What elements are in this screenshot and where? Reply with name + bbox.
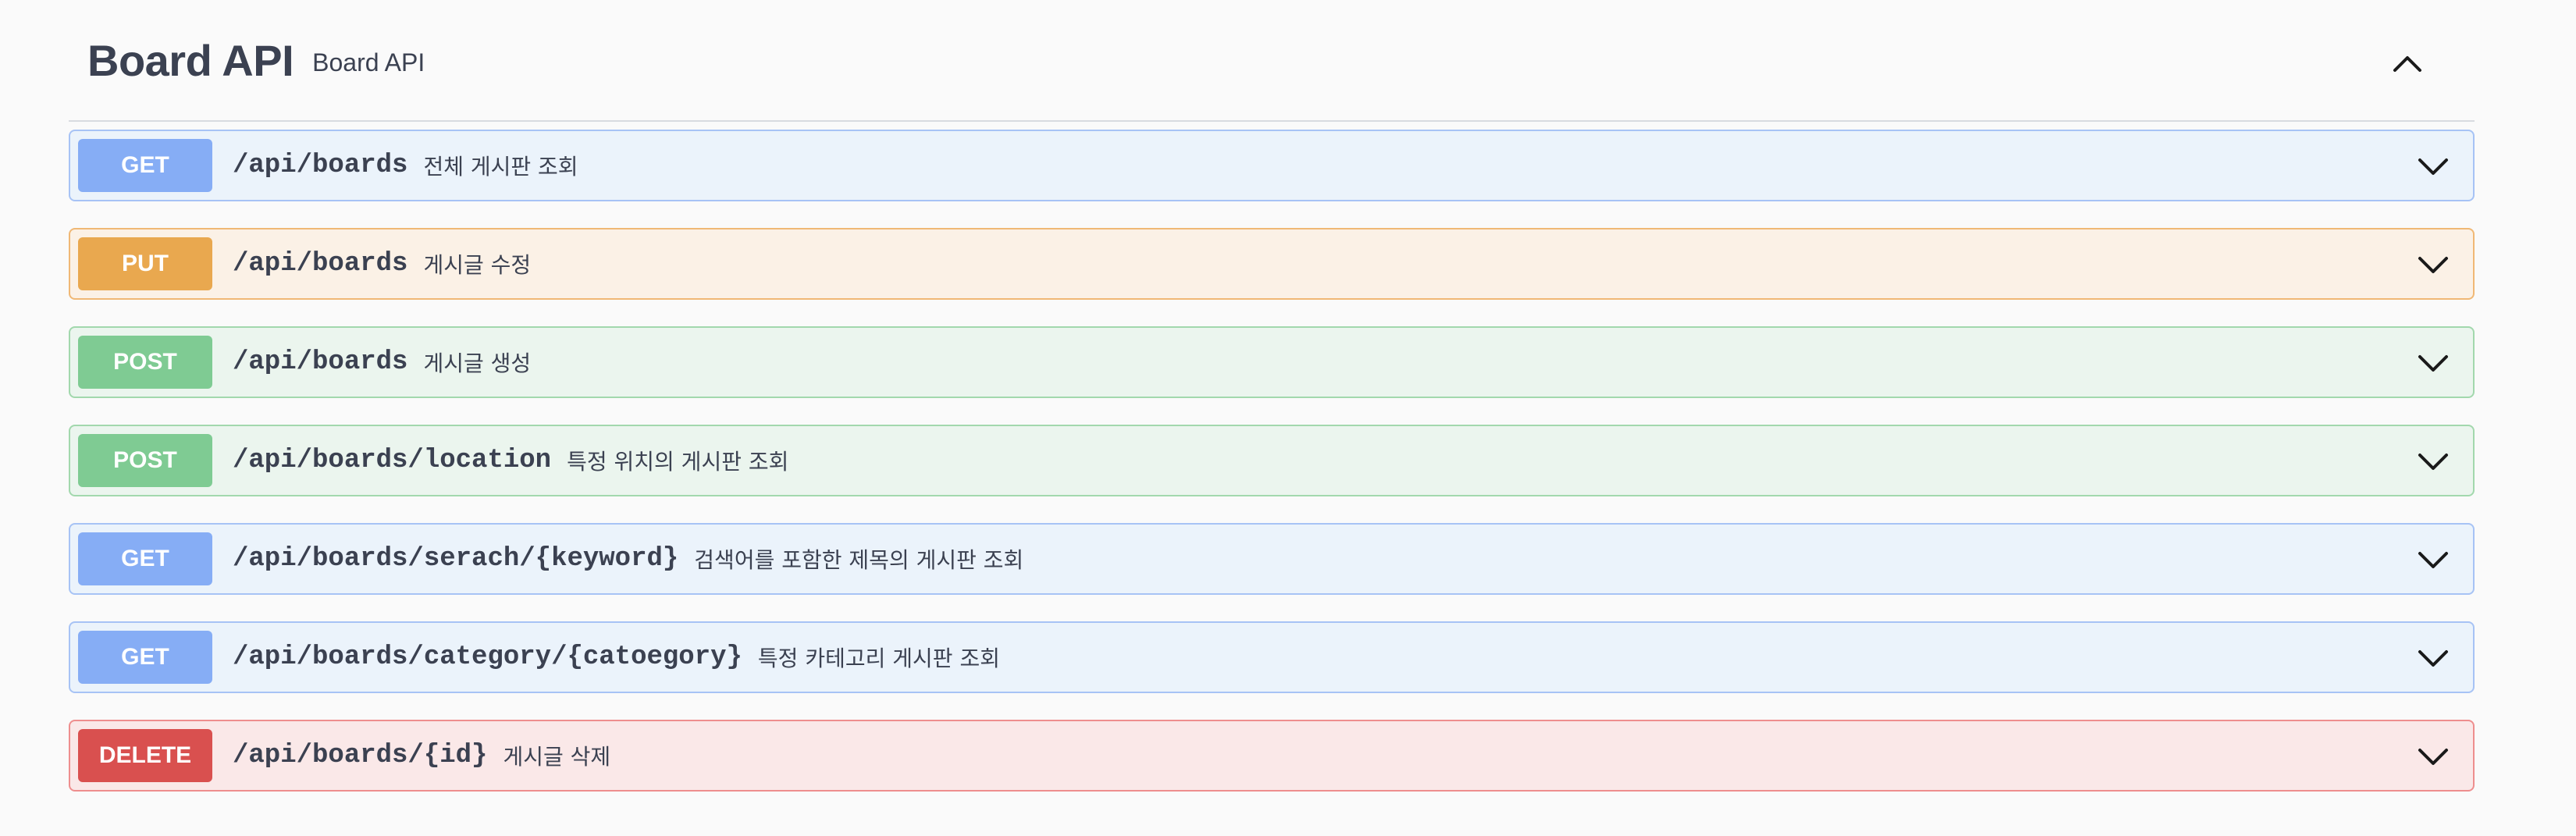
operation-get-boards-search[interactable]: GET /api/boards/serach/{keyword} 검색어를 포함… [69,523,2475,595]
operation-path: /api/boards [233,249,408,279]
method-badge: PUT [78,237,212,290]
operation-path: /api/boards [233,347,408,377]
operation-path: /api/boards [233,151,408,180]
operation-summary: 전체 게시판 조회 [423,154,578,180]
chevron-down-icon[interactable] [2415,247,2451,283]
chevron-down-icon[interactable] [2415,738,2451,774]
operation-summary: 게시글 생성 [423,350,532,376]
method-badge: GET [78,631,212,684]
operation-path: /api/boards/location [233,446,552,475]
chevron-down-icon[interactable] [2415,443,2451,479]
method-badge: GET [78,139,212,192]
operation-get-boards-category[interactable]: GET /api/boards/category/{catoegory} 특정 … [69,621,2475,693]
collapse-button[interactable] [2387,44,2428,84]
operation-post-boards-location[interactable]: POST /api/boards/location 특정 위치의 게시판 조회 [69,425,2475,496]
method-badge: DELETE [78,729,212,782]
method-badge: POST [78,434,212,487]
chevron-down-icon[interactable] [2415,640,2451,676]
operation-summary: 게시글 삭제 [503,744,611,770]
chevron-down-icon[interactable] [2415,345,2451,381]
operation-summary: 특정 위치의 게시판 조회 [567,449,789,475]
board-api-section: Board API Board API GET /api/boards 전체 게… [69,0,2475,818]
operation-path: /api/boards/category/{catoegory} [233,642,742,672]
operations-list: GET /api/boards 전체 게시판 조회 PUT /api/board… [69,130,2475,792]
operation-put-boards[interactable]: PUT /api/boards 게시글 수정 [69,228,2475,300]
operation-delete-board[interactable]: DELETE /api/boards/{id} 게시글 삭제 [69,720,2475,792]
operation-post-boards[interactable]: POST /api/boards 게시글 생성 [69,326,2475,398]
operation-summary: 검색어를 포함한 제목의 게시판 조회 [694,547,1024,573]
operation-summary: 게시글 수정 [423,252,532,278]
method-badge: GET [78,532,212,585]
operation-get-boards[interactable]: GET /api/boards 전체 게시판 조회 [69,130,2475,201]
tag-title: Board API [87,35,294,85]
method-badge: POST [78,336,212,389]
chevron-down-icon[interactable] [2415,542,2451,578]
tag-description: Board API [312,48,425,76]
chevron-up-icon [2393,56,2421,72]
operation-summary: 특정 카테고리 게시판 조회 [757,646,1000,671]
chevron-down-icon[interactable] [2415,148,2451,184]
operation-path: /api/boards/serach/{keyword} [233,544,679,574]
operation-path: /api/boards/{id} [233,741,488,770]
tag-header[interactable]: Board API Board API [69,0,2475,122]
